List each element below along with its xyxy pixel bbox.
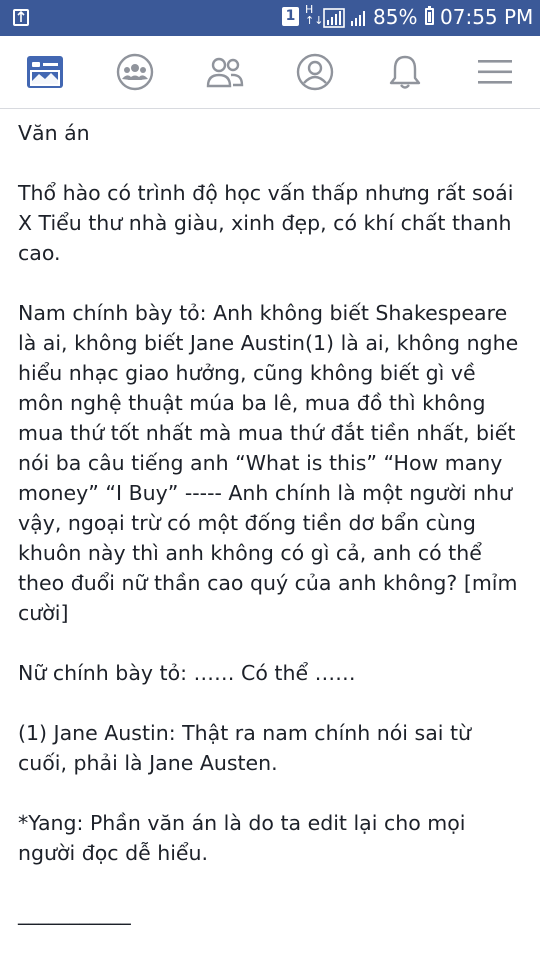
post-footnote: (1) Jane Austin: Thật ra nam chính nói s…: [18, 721, 472, 775]
post-divider: ___________: [18, 901, 131, 925]
tab-notifications[interactable]: [383, 50, 427, 94]
post-heading: Văn án: [18, 121, 90, 145]
post-content: Văn án Thổ hào có trình độ học vấn thấp …: [18, 118, 523, 928]
notification-one-icon: 1: [282, 7, 299, 26]
post-paragraph-female-lead: Nữ chính bày tỏ: …… Có thể ……: [18, 661, 356, 685]
battery-icon: [425, 6, 434, 29]
recycle-icon: [13, 9, 29, 26]
tab-groups[interactable]: [113, 50, 157, 94]
signal-icon: [323, 8, 345, 28]
tab-profile[interactable]: [293, 50, 337, 94]
status-left-icons: [12, 8, 72, 32]
signal-icon-2: [351, 11, 365, 26]
h-network-icon: H ↑↓: [305, 3, 324, 27]
post-translator-note: *Yang: Phần văn án là do ta edit lại cho…: [18, 811, 466, 865]
tab-news-feed[interactable]: [23, 50, 67, 94]
post-paragraph-male-lead: Nam chính bày tỏ: Anh không biết Shakesp…: [18, 301, 519, 625]
profile-icon: [296, 53, 334, 91]
status-bar: 1 H ↑↓ 85% 07:55 PM: [0, 0, 540, 36]
nav-bar: [0, 36, 540, 109]
battery-percent: 85%: [373, 5, 418, 29]
tab-friends[interactable]: [203, 50, 247, 94]
menu-icon: [478, 60, 512, 84]
network-letter: H: [305, 3, 314, 16]
clock: 07:55 PM: [440, 5, 534, 29]
news-feed-icon: [27, 56, 63, 88]
notification-count: 1: [285, 8, 296, 24]
notifications-icon: [389, 55, 421, 89]
post-paragraph-intro: Thổ hào có trình độ học vấn thấp nhưng r…: [18, 181, 514, 265]
friends-icon: [206, 57, 244, 88]
tab-menu[interactable]: [473, 50, 517, 94]
groups-icon: [116, 53, 154, 91]
